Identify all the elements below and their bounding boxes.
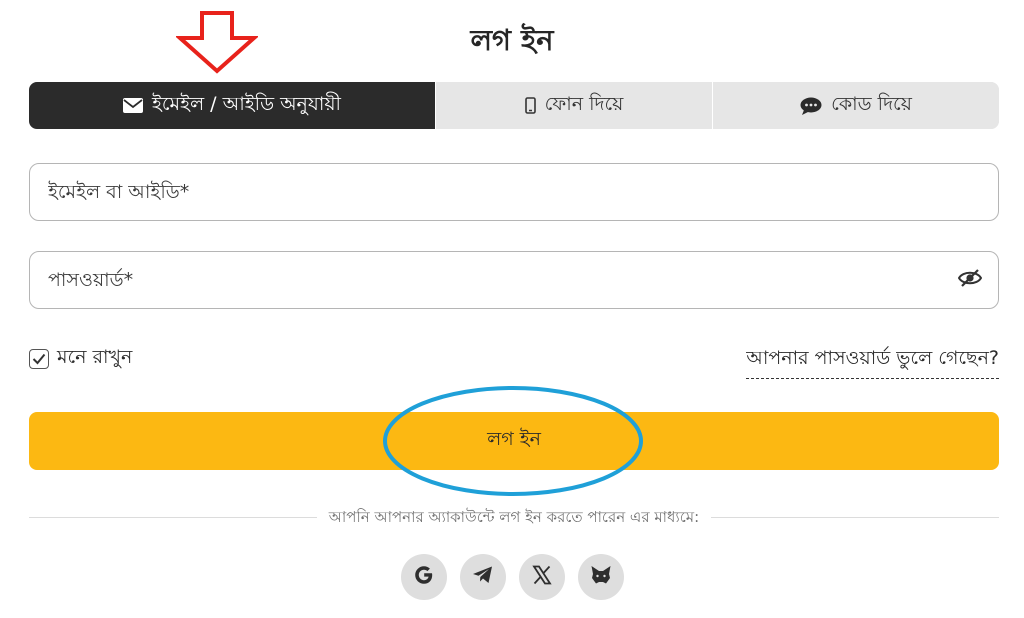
google-icon — [412, 563, 436, 591]
metamask-login-button[interactable] — [577, 554, 624, 600]
remember-me[interactable]: মনে রাখুন — [29, 343, 132, 375]
telegram-login-button[interactable] — [459, 554, 506, 600]
envelope-icon — [123, 98, 143, 113]
remember-checkbox[interactable] — [29, 349, 49, 369]
phone-icon — [524, 97, 536, 114]
chat-bubble-icon — [800, 97, 822, 115]
tab-phone[interactable]: ফোন দিয়ে — [435, 82, 712, 129]
password-field — [29, 251, 999, 309]
tab-code[interactable]: কোড দিয়ে — [712, 82, 999, 129]
tab-label: ফোন দিয়ে — [544, 92, 624, 115]
google-login-button[interactable] — [400, 554, 447, 600]
social-divider: আপনি আপনার অ্যাকাউন্টে লগ ইন করতে পারেন … — [29, 506, 999, 528]
forgot-password-link[interactable]: আপনার পাসওয়ার্ড ভুলে গেছেন? — [746, 344, 999, 379]
remember-label: মনে রাখুন — [57, 346, 133, 368]
email-id-field — [29, 163, 999, 221]
divider-text: আপনি আপনার অ্যাকাউন্টে লগ ইন করতে পারেন … — [316, 508, 712, 526]
x-icon — [531, 565, 552, 589]
tab-label: কোড দিয়ে — [831, 92, 912, 115]
login-button[interactable]: লগ ইন — [29, 412, 999, 470]
tab-email-id[interactable]: ইমেইল / আইডি অনুযায়ী — [29, 82, 435, 129]
tab-label: ইমেইল / আইডি অনুযায়ী — [152, 92, 341, 115]
metamask-icon — [590, 565, 612, 589]
social-login-buttons — [0, 554, 1024, 600]
email-id-input[interactable] — [46, 180, 982, 204]
password-input[interactable] — [46, 268, 958, 292]
login-method-tabs: ইমেইল / আইডি অনুযায়ী ফোন দিয়ে কোড দিয়… — [29, 82, 999, 129]
eye-off-icon[interactable] — [957, 268, 983, 292]
x-login-button[interactable] — [518, 554, 565, 600]
page-title: লগ ইন — [470, 23, 554, 57]
telegram-icon — [472, 565, 494, 589]
